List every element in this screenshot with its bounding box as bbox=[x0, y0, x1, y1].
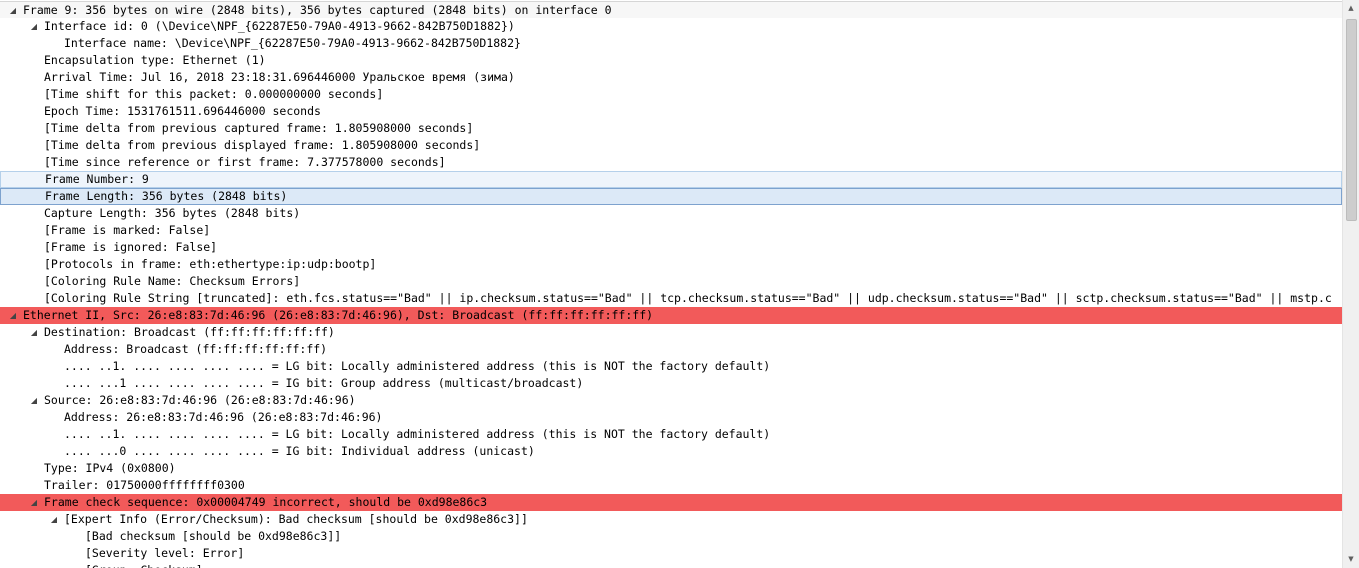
tree-node-label: Frame Length: 356 bytes (2848 bits) bbox=[45, 189, 288, 203]
tree-node-leaf[interactable]: Arrival Time: Jul 16, 2018 23:18:31.6964… bbox=[0, 69, 1342, 86]
tree-node-label: [Time since reference or first frame: 7.… bbox=[44, 155, 446, 169]
tree-node-label: [Protocols in frame: eth:ethertype:ip:ud… bbox=[44, 257, 377, 271]
tree-node-leaf[interactable]: [Time shift for this packet: 0.000000000… bbox=[0, 86, 1342, 103]
tree-node-leaf[interactable]: Encapsulation type: Ethernet (1) bbox=[0, 52, 1342, 69]
tree-node-label: Interface id: 0 (\Device\NPF_{62287E50-7… bbox=[44, 19, 515, 33]
tree-node-leaf[interactable]: Interface name: \Device\NPF_{62287E50-79… bbox=[0, 35, 1342, 52]
tree-node-leaf[interactable]: .... ..1. .... .... .... .... = LG bit: … bbox=[0, 426, 1342, 443]
tree-node-leaf[interactable]: [Coloring Rule Name: Checksum Errors] bbox=[0, 273, 1342, 290]
tree-expanded-icon[interactable]: ◢ bbox=[8, 2, 18, 19]
tree-node-label: Epoch Time: 1531761511.696446000 seconds bbox=[44, 104, 321, 118]
tree-node-label: Type: IPv4 (0x0800) bbox=[44, 461, 176, 475]
tree-node-label: Frame check sequence: 0x00004749 incorre… bbox=[44, 495, 488, 509]
tree-node-label: Ethernet II, Src: 26:e8:83:7d:46:96 (26:… bbox=[23, 308, 654, 322]
tree-node-leaf[interactable]: .... ..1. .... .... .... .... = LG bit: … bbox=[0, 358, 1342, 375]
scrollbar-thumb[interactable] bbox=[1346, 19, 1357, 221]
tree-node-leaf[interactable]: [Coloring Rule String [truncated]: eth.f… bbox=[0, 290, 1342, 307]
tree-node-label: Source: 26:e8:83:7d:46:96 (26:e8:83:7d:4… bbox=[44, 393, 356, 407]
tree-node-label: .... ..1. .... .... .... .... = LG bit: … bbox=[64, 427, 771, 441]
tree-node-label: [Time delta from previous displayed fram… bbox=[44, 138, 481, 152]
tree-node-label: Trailer: 01750000ffffffff0300 bbox=[44, 478, 245, 492]
scroll-down-arrow-icon[interactable]: ▼ bbox=[1343, 551, 1359, 568]
tree-node-expandable[interactable]: ◢ Ethernet II, Src: 26:e8:83:7d:46:96 (26… bbox=[0, 307, 1342, 324]
tree-node-leaf[interactable]: .... ...0 .... .... .... .... = IG bit: … bbox=[0, 443, 1342, 460]
tree-node-leaf[interactable]: Address: 26:e8:83:7d:46:96 (26:e8:83:7d:… bbox=[0, 409, 1342, 426]
tree-node-label: [Expert Info (Error/Checksum): Bad check… bbox=[64, 512, 528, 526]
tree-expanded-icon[interactable]: ◢ bbox=[8, 307, 18, 324]
tree-node-label: [Coloring Rule Name: Checksum Errors] bbox=[44, 274, 301, 288]
tree-node-leaf[interactable]: .... ...1 .... .... .... .... = IG bit: … bbox=[0, 375, 1342, 392]
tree-node-expandable[interactable]: ◢ Frame check sequence: 0x00004749 incorr… bbox=[0, 494, 1342, 511]
tree-node-expandable[interactable]: ◢ Frame 9: 356 bytes on wire (2848 bits),… bbox=[0, 1, 1342, 18]
tree-node-expandable[interactable]: ◢ Interface id: 0 (\Device\NPF_{62287E50-… bbox=[0, 18, 1342, 35]
tree-node-leaf[interactable]: [Frame is ignored: False] bbox=[0, 239, 1342, 256]
tree-node-label: [Severity level: Error] bbox=[85, 546, 245, 560]
tree-node-label: .... ...1 .... .... .... .... = IG bit: … bbox=[64, 376, 584, 390]
vertical-scrollbar[interactable]: ▲ ▼ bbox=[1342, 0, 1359, 568]
scroll-up-arrow-icon[interactable]: ▲ bbox=[1343, 0, 1359, 17]
tree-node-label: [Coloring Rule String [truncated]: eth.f… bbox=[44, 291, 1332, 305]
tree-node-label: [Bad checksum [should be 0xd98e86c3]] bbox=[85, 529, 342, 543]
tree-node-leaf[interactable]: [Time delta from previous displayed fram… bbox=[0, 137, 1342, 154]
tree-expanded-icon[interactable]: ◢ bbox=[49, 511, 59, 528]
tree-expanded-icon[interactable]: ◢ bbox=[29, 324, 39, 341]
packet-details-tree[interactable]: ◢ Frame 9: 356 bytes on wire (2848 bits),… bbox=[0, 1, 1342, 568]
tree-node-expandable[interactable]: ◢ [Expert Info (Error/Checksum): Bad chec… bbox=[0, 511, 1342, 528]
tree-node-label: Address: Broadcast (ff:ff:ff:ff:ff:ff) bbox=[64, 342, 328, 356]
tree-node-expandable[interactable]: ◢ Source: 26:e8:83:7d:46:96 (26:e8:83:7d:… bbox=[0, 392, 1342, 409]
tree-node-label: [Time shift for this packet: 0.000000000… bbox=[44, 87, 384, 101]
tree-node-label: [Frame is ignored: False] bbox=[44, 240, 218, 254]
tree-node-expandable[interactable]: ◢ Destination: Broadcast (ff:ff:ff:ff:ff:… bbox=[0, 324, 1342, 341]
tree-node-label: .... ..1. .... .... .... .... = LG bit: … bbox=[64, 359, 771, 373]
tree-node-label: Capture Length: 356 bytes (2848 bits) bbox=[44, 206, 301, 220]
tree-node-label: Destination: Broadcast (ff:ff:ff:ff:ff:f… bbox=[44, 325, 335, 339]
tree-node-leaf[interactable]: Type: IPv4 (0x0800) bbox=[0, 460, 1342, 477]
tree-node-leaf[interactable]: [Time since reference or first frame: 7.… bbox=[0, 154, 1342, 171]
tree-node-label: Frame Number: 9 bbox=[45, 172, 149, 186]
tree-node-leaf[interactable]: Trailer: 01750000ffffffff0300 bbox=[0, 477, 1342, 494]
tree-expanded-icon[interactable]: ◢ bbox=[29, 18, 39, 35]
tree-node-leaf[interactable]: [Frame is marked: False] bbox=[0, 222, 1342, 239]
tree-node-label: Address: 26:e8:83:7d:46:96 (26:e8:83:7d:… bbox=[64, 410, 383, 424]
tree-node-leaf[interactable]: Frame Number: 9 bbox=[0, 171, 1342, 188]
tree-node-leaf[interactable]: [Bad checksum [should be 0xd98e86c3]] bbox=[0, 528, 1342, 545]
tree-node-label: [Time delta from previous captured frame… bbox=[44, 121, 474, 135]
tree-node-label: .... ...0 .... .... .... .... = IG bit: … bbox=[64, 444, 535, 458]
tree-node-label: Interface name: \Device\NPF_{62287E50-79… bbox=[64, 36, 521, 50]
tree-node-leaf[interactable]: [Group: Checksum] bbox=[0, 562, 1342, 568]
tree-node-label: [Group: Checksum] bbox=[85, 562, 203, 568]
tree-expanded-icon[interactable]: ◢ bbox=[29, 392, 39, 409]
tree-node-leaf[interactable]: [Protocols in frame: eth:ethertype:ip:ud… bbox=[0, 256, 1342, 273]
tree-node-label: Frame 9: 356 bytes on wire (2848 bits), … bbox=[23, 3, 612, 17]
tree-node-leaf[interactable]: [Time delta from previous captured frame… bbox=[0, 120, 1342, 137]
tree-node-label: [Frame is marked: False] bbox=[44, 223, 211, 237]
tree-node-leaf[interactable]: Address: Broadcast (ff:ff:ff:ff:ff:ff) bbox=[0, 341, 1342, 358]
tree-expanded-icon[interactable]: ◢ bbox=[29, 494, 39, 511]
tree-node-leaf[interactable]: Capture Length: 356 bytes (2848 bits) bbox=[0, 205, 1342, 222]
tree-node-label: Arrival Time: Jul 16, 2018 23:18:31.6964… bbox=[44, 70, 515, 84]
tree-node-label: Encapsulation type: Ethernet (1) bbox=[44, 53, 266, 67]
tree-node-leaf[interactable]: [Severity level: Error] bbox=[0, 545, 1342, 562]
tree-node-leaf[interactable]: Epoch Time: 1531761511.696446000 seconds bbox=[0, 103, 1342, 120]
tree-node-leaf[interactable]: Frame Length: 356 bytes (2848 bits) bbox=[0, 188, 1342, 205]
